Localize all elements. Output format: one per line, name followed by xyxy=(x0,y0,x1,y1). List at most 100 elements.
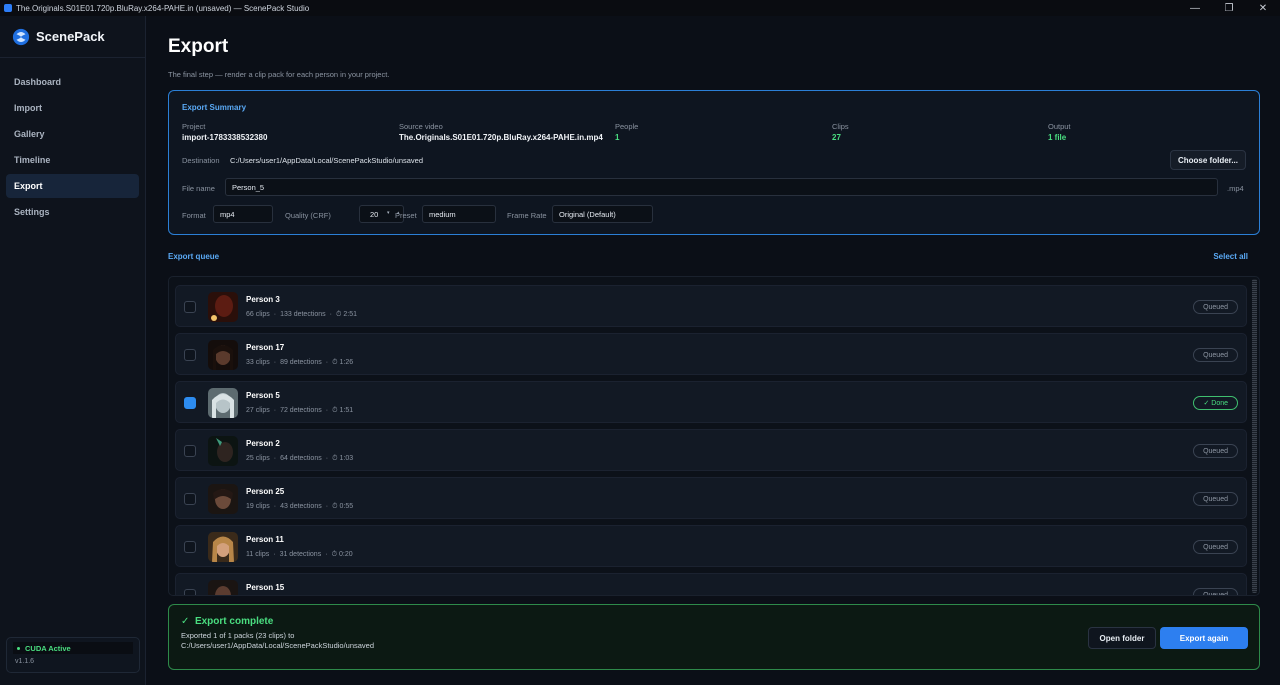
gpu-status-panel: CUDA Active v1.1.6 xyxy=(6,637,140,673)
row-checkbox[interactable] xyxy=(184,397,196,409)
person-thumbnail xyxy=(208,580,238,595)
duration: 1:26 xyxy=(339,359,354,366)
person-meta: 19 clips · 43 detections · ⏱ 0:55 xyxy=(246,503,354,510)
clips-value: 27 xyxy=(832,133,841,142)
summary-source: Source video The.Originals.S01E01.720p.B… xyxy=(399,122,603,142)
detection-count: 89 detections xyxy=(280,359,322,366)
maximize-button[interactable]: ❐ xyxy=(1212,0,1246,16)
person-name: Person 5 xyxy=(246,391,280,400)
person-thumbnail xyxy=(208,484,238,514)
status-badge: Queued xyxy=(1193,540,1238,554)
status-badge: Queued xyxy=(1193,444,1238,458)
status-badge: Queued xyxy=(1193,300,1238,314)
sidebar-item-settings[interactable]: Settings xyxy=(6,200,139,224)
clips-label: Clips xyxy=(832,122,849,131)
detection-count: 133 detections xyxy=(280,311,326,318)
person-name: Person 15 xyxy=(246,583,285,592)
preset-select[interactable]: medium xyxy=(422,205,496,223)
clip-count: 27 clips xyxy=(246,407,270,414)
queue-scrollbar[interactable] xyxy=(1252,279,1257,593)
duration: 1:03 xyxy=(339,455,354,462)
export-complete-banner: ✓ Export complete Exported 1 of 1 packs … xyxy=(168,604,1260,670)
brand: ScenePack xyxy=(0,16,145,58)
person-name: Person 17 xyxy=(246,343,285,352)
person-thumbnail xyxy=(208,388,238,418)
sidebar-item-gallery[interactable]: Gallery xyxy=(6,122,139,146)
status-badge: Queued xyxy=(1193,588,1238,595)
export-queue-title: Export queue xyxy=(168,252,220,261)
person-meta: 11 clips · 31 detections · ⏱ 0:20 xyxy=(246,551,353,558)
export-summary-title: Export Summary xyxy=(182,103,247,112)
format-select[interactable]: mp4 xyxy=(213,205,273,223)
queue-row-person-3[interactable]: Person 3 66 clips · 133 detections · ⏱ 2:51 … xyxy=(175,285,1247,327)
status-badge: ✓ Done xyxy=(1193,396,1238,410)
filename-input[interactable]: Person_5 xyxy=(225,178,1218,196)
status-badge: Queued xyxy=(1193,348,1238,362)
project-label: Project xyxy=(182,122,206,131)
timer-icon: ⏱ xyxy=(335,311,342,318)
sidebar-item-import[interactable]: Import xyxy=(6,96,139,120)
choose-folder-button[interactable]: Choose folder... xyxy=(1170,150,1246,170)
people-value: 1 xyxy=(615,133,620,142)
stepper-decrement-icon[interactable]: ▾ xyxy=(387,210,390,216)
sidebar-nav: Dashboard Import Gallery Timeline Export… xyxy=(0,58,145,224)
format-label: Format xyxy=(182,211,206,220)
summary-people: People 1 xyxy=(615,122,638,142)
scenepack-logo-icon xyxy=(12,28,30,45)
person-meta: 27 clips · 72 detections · ⏱ 1:51 xyxy=(246,407,354,414)
person-thumbnail xyxy=(208,532,238,562)
person-meta: 66 clips · 133 detections · ⏱ 2:51 xyxy=(246,311,358,318)
open-folder-button[interactable]: Open folder xyxy=(1088,627,1156,649)
minimize-button[interactable]: — xyxy=(1178,0,1212,16)
cuda-status: CUDA Active xyxy=(13,642,133,654)
close-button[interactable]: ✕ xyxy=(1246,0,1280,16)
destination-path: C:/Users/user1/AppData/Local/ScenePackSt… xyxy=(230,156,424,165)
sidebar-item-timeline[interactable]: Timeline xyxy=(6,148,139,172)
detection-count: 43 detections xyxy=(280,503,322,510)
person-thumbnail xyxy=(208,340,238,370)
summary-project: Project import-1783338532380 xyxy=(182,122,267,142)
select-all-link[interactable]: Select all xyxy=(1213,252,1248,261)
person-meta: 25 clips · 64 detections · ⏱ 1:03 xyxy=(246,455,354,462)
filename-label: File name xyxy=(182,184,215,193)
brand-name: ScenePack xyxy=(36,29,105,44)
queue-row-person-2[interactable]: Person 2 25 clips · 64 detections · ⏱ 1:03 Q… xyxy=(175,429,1247,471)
framerate-select[interactable]: Original (Default) xyxy=(552,205,653,223)
clip-count: 19 clips xyxy=(246,503,270,510)
summary-output: Output 1 file xyxy=(1048,122,1071,142)
destination-label: Destination xyxy=(182,156,220,165)
preset-label: Preset xyxy=(395,211,417,220)
row-checkbox[interactable] xyxy=(184,301,196,313)
export-queue-list: Person 3 66 clips · 133 detections · ⏱ 2:51 … xyxy=(168,276,1260,596)
export-complete-title: ✓ Export complete xyxy=(181,616,274,627)
file-extension: .mp4 xyxy=(1227,184,1244,193)
status-badge: Queued xyxy=(1193,492,1238,506)
export-again-button[interactable]: Export again xyxy=(1160,627,1248,649)
row-checkbox[interactable] xyxy=(184,493,196,505)
queue-row-person-17[interactable]: Person 17 33 clips · 89 detections · ⏱ 1:26 … xyxy=(175,333,1247,375)
timer-icon: ⏱ xyxy=(332,503,338,510)
queue-row-person-25[interactable]: Person 25 19 clips · 43 detections · ⏱ 0:55 … xyxy=(175,477,1247,519)
page-subtitle: The final step — render a clip pack for … xyxy=(168,70,390,79)
project-value: import-1783338532380 xyxy=(182,133,268,142)
queue-row-person-11[interactable]: Person 11 11 clips · 31 detections · ⏱ 0:20 … xyxy=(175,525,1247,567)
summary-clips: Clips 27 xyxy=(832,122,849,142)
detection-count: 31 detections xyxy=(279,551,322,558)
row-checkbox[interactable] xyxy=(184,589,196,595)
clip-count: 25 clips xyxy=(246,455,270,462)
sidebar-item-dashboard[interactable]: Dashboard xyxy=(6,70,139,94)
queue-row-person-5[interactable]: Person 5 27 clips · 72 detections · ⏱ 1:51 ✓… xyxy=(175,381,1247,423)
queue-row-person-15[interactable]: Person 15 Queued xyxy=(175,573,1247,595)
row-checkbox[interactable] xyxy=(184,541,196,553)
row-checkbox[interactable] xyxy=(184,349,196,361)
duration: 2:51 xyxy=(343,311,358,318)
person-name: Person 3 xyxy=(246,295,280,304)
row-checkbox[interactable] xyxy=(184,445,196,457)
clip-count: 66 clips xyxy=(246,311,270,318)
framerate-label: Frame Rate xyxy=(507,211,547,220)
quality-value: 20 xyxy=(370,209,379,219)
app-version: v1.1.6 xyxy=(15,658,35,665)
duration: 1:51 xyxy=(339,407,354,414)
sidebar-item-export[interactable]: Export xyxy=(6,174,139,198)
quality-label: Quality (CRF) xyxy=(285,211,331,220)
